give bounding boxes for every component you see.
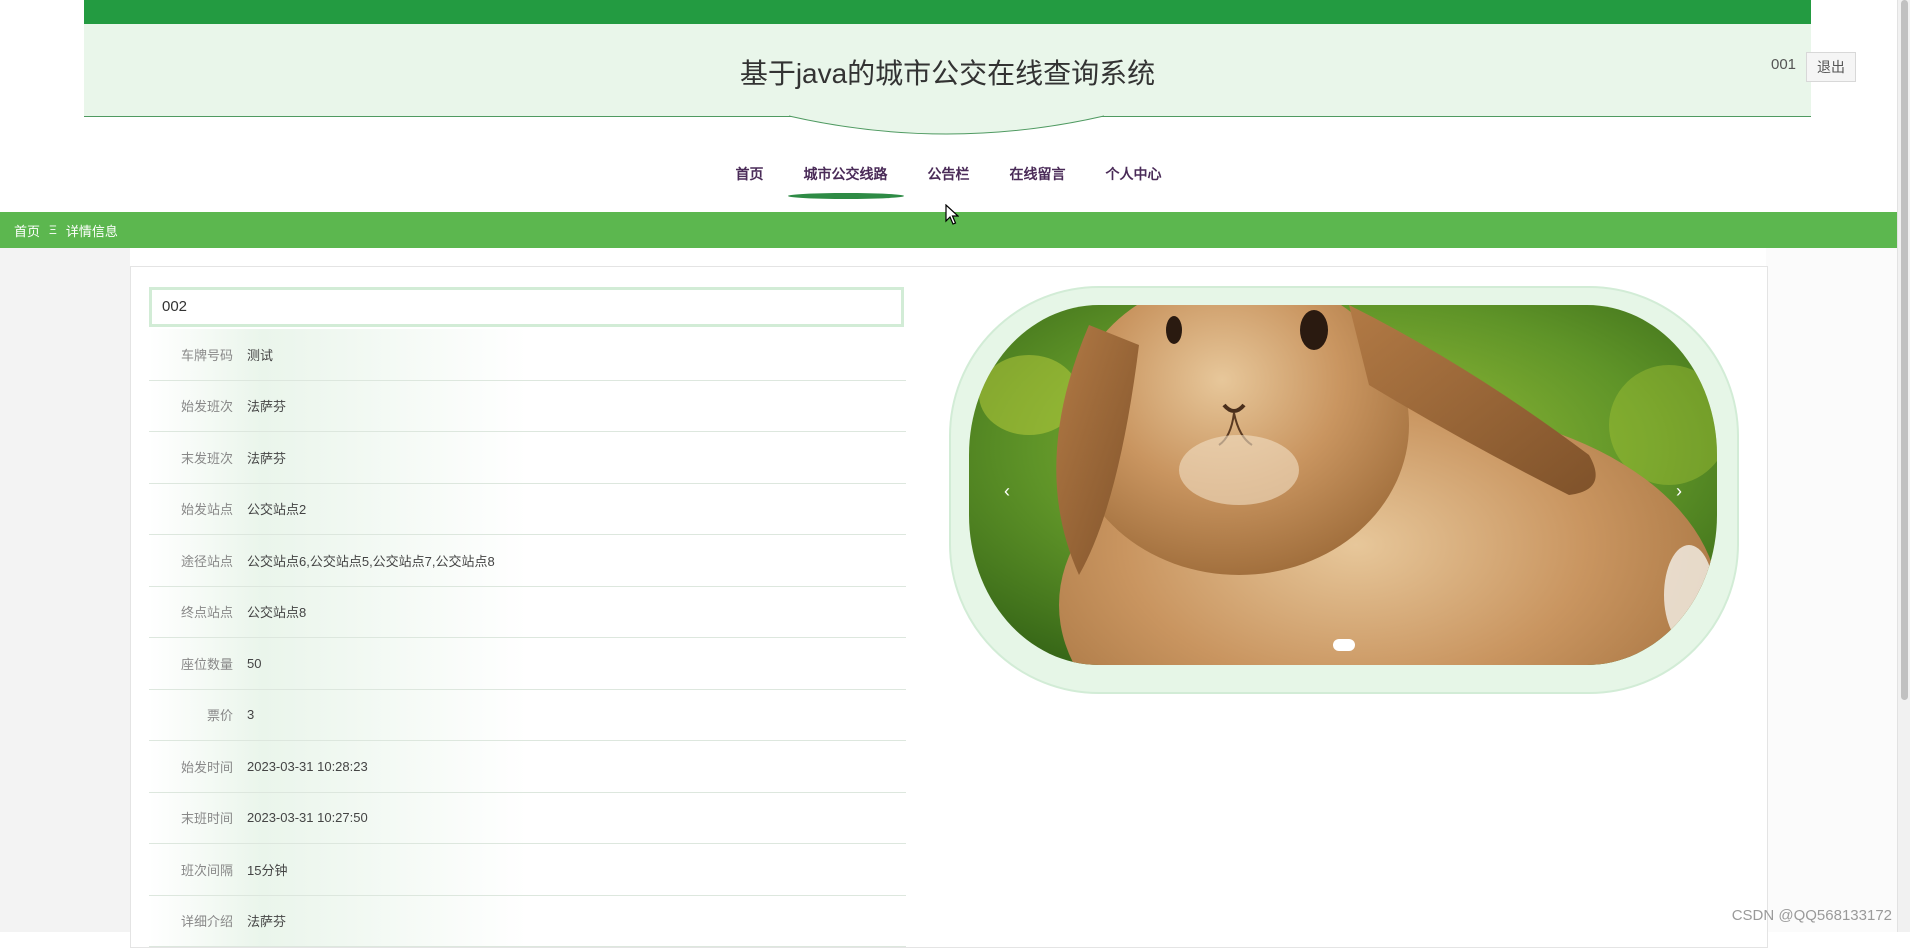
detail-title: 002 xyxy=(149,287,904,327)
field-value: 3 xyxy=(247,707,255,723)
detail-fields: 车牌号码 测试 始发班次 法萨芬 末发班次 法萨芬 始发站点 公交站点2 途径站点 公交站… xyxy=(149,329,906,947)
detail-card: 002 车牌号码 测试 始发班次 法萨芬 末发班次 法萨芬 始发站点 公交站点2 途径站… xyxy=(130,266,1768,948)
detail-row-plate-number: 车牌号码 测试 xyxy=(149,329,906,381)
site-title: 基于java的城市公交在线查询系统 xyxy=(739,58,1156,89)
field-value: 公交站点2 xyxy=(247,502,307,518)
detail-row-start-time: 始发时间 2023-03-31 10:28:23 xyxy=(149,741,906,793)
mouse-pointer-icon xyxy=(945,204,959,225)
detail-row-first-shift: 始发班次 法萨芬 xyxy=(149,380,906,432)
logout-button[interactable]: 退出 xyxy=(1806,52,1856,82)
field-label: 途径站点 xyxy=(180,553,233,569)
detail-row-end-stop: 终点站点 公交站点8 xyxy=(149,586,906,638)
scrollbar-thumb[interactable] xyxy=(1901,0,1908,700)
carousel-prev-arrow[interactable]: ‹ xyxy=(997,481,1017,502)
rabbit-image xyxy=(969,305,1717,665)
field-label: 始发站点 xyxy=(180,502,233,518)
detail-row-last-time: 末班时间 2023-03-31 10:27:50 xyxy=(149,792,906,844)
nav-item-notice-board[interactable]: 公告栏 xyxy=(926,152,972,196)
field-value: 公交站点6,公交站点5,公交站点7,公交站点8 xyxy=(247,553,495,569)
carousel-next-arrow[interactable]: › xyxy=(1669,481,1689,502)
field-label: 车牌号码 xyxy=(180,347,233,363)
detail-row-seat-count: 座位数量 50 xyxy=(149,638,906,690)
breadcrumb-separator: Ξ xyxy=(49,223,57,237)
field-value: 2023-03-31 10:28:23 xyxy=(247,758,368,774)
detail-row-start-stop: 始发站点 公交站点2 xyxy=(149,483,906,535)
field-value: 公交站点8 xyxy=(247,605,307,621)
current-user: 001 xyxy=(1771,56,1797,73)
field-label: 终点站点 xyxy=(180,605,233,621)
field-value: 15分钟 xyxy=(247,862,288,878)
field-label: 始发时间 xyxy=(180,759,233,775)
field-label: 末班时间 xyxy=(180,811,233,827)
field-value: 测试 xyxy=(247,347,274,363)
image-carousel-frame: ‹ › xyxy=(949,286,1739,694)
nav-item-bus-routes[interactable]: 城市公交线路 xyxy=(787,152,904,199)
image-carousel[interactable]: ‹ › xyxy=(969,305,1717,665)
detail-row-via-stops: 途径站点 公交站点6,公交站点5,公交站点7,公交站点8 xyxy=(149,535,906,587)
page-side-background-left xyxy=(0,248,130,932)
field-label: 详细介绍 xyxy=(180,914,233,930)
site-header: 基于java的城市公交在线查询系统 001 退出 xyxy=(84,0,1856,135)
field-label: 末发班次 xyxy=(180,450,233,466)
page-scrollbar[interactable] xyxy=(1897,0,1910,932)
field-value: 2023-03-31 10:27:50 xyxy=(247,810,368,826)
field-label: 始发班次 xyxy=(180,399,233,415)
detail-row-last-shift: 末发班次 法萨芬 xyxy=(149,432,906,484)
nav-item-home[interactable]: 首页 xyxy=(734,152,766,196)
nav-item-online-message[interactable]: 在线留言 xyxy=(1008,152,1068,196)
watermark: CSDN @QQ568133172 xyxy=(1731,907,1892,924)
field-label: 座位数量 xyxy=(180,656,233,672)
field-label: 班次间隔 xyxy=(180,862,233,878)
carousel-indicator-dot[interactable] xyxy=(1333,639,1355,651)
field-value: 法萨芬 xyxy=(247,450,287,466)
detail-row-description: 详细介绍 法萨芬 xyxy=(149,895,906,947)
field-label: 票价 xyxy=(206,708,233,724)
nav-item-personal-center[interactable]: 个人中心 xyxy=(1104,152,1164,196)
detail-row-fare: 票价 3 xyxy=(149,689,906,741)
breadcrumb-current: 详情信息 xyxy=(65,223,118,239)
field-value: 法萨芬 xyxy=(247,399,287,415)
field-value: 法萨芬 xyxy=(247,914,287,930)
main-nav: 首页 城市公交线路 公告栏 在线留言 个人中心 xyxy=(0,152,1897,199)
breadcrumb-home[interactable]: 首页 xyxy=(14,221,40,240)
detail-row-interval: 班次间隔 15分钟 xyxy=(149,844,906,896)
field-value: 50 xyxy=(247,655,262,671)
page-side-background-right xyxy=(1766,248,1898,932)
